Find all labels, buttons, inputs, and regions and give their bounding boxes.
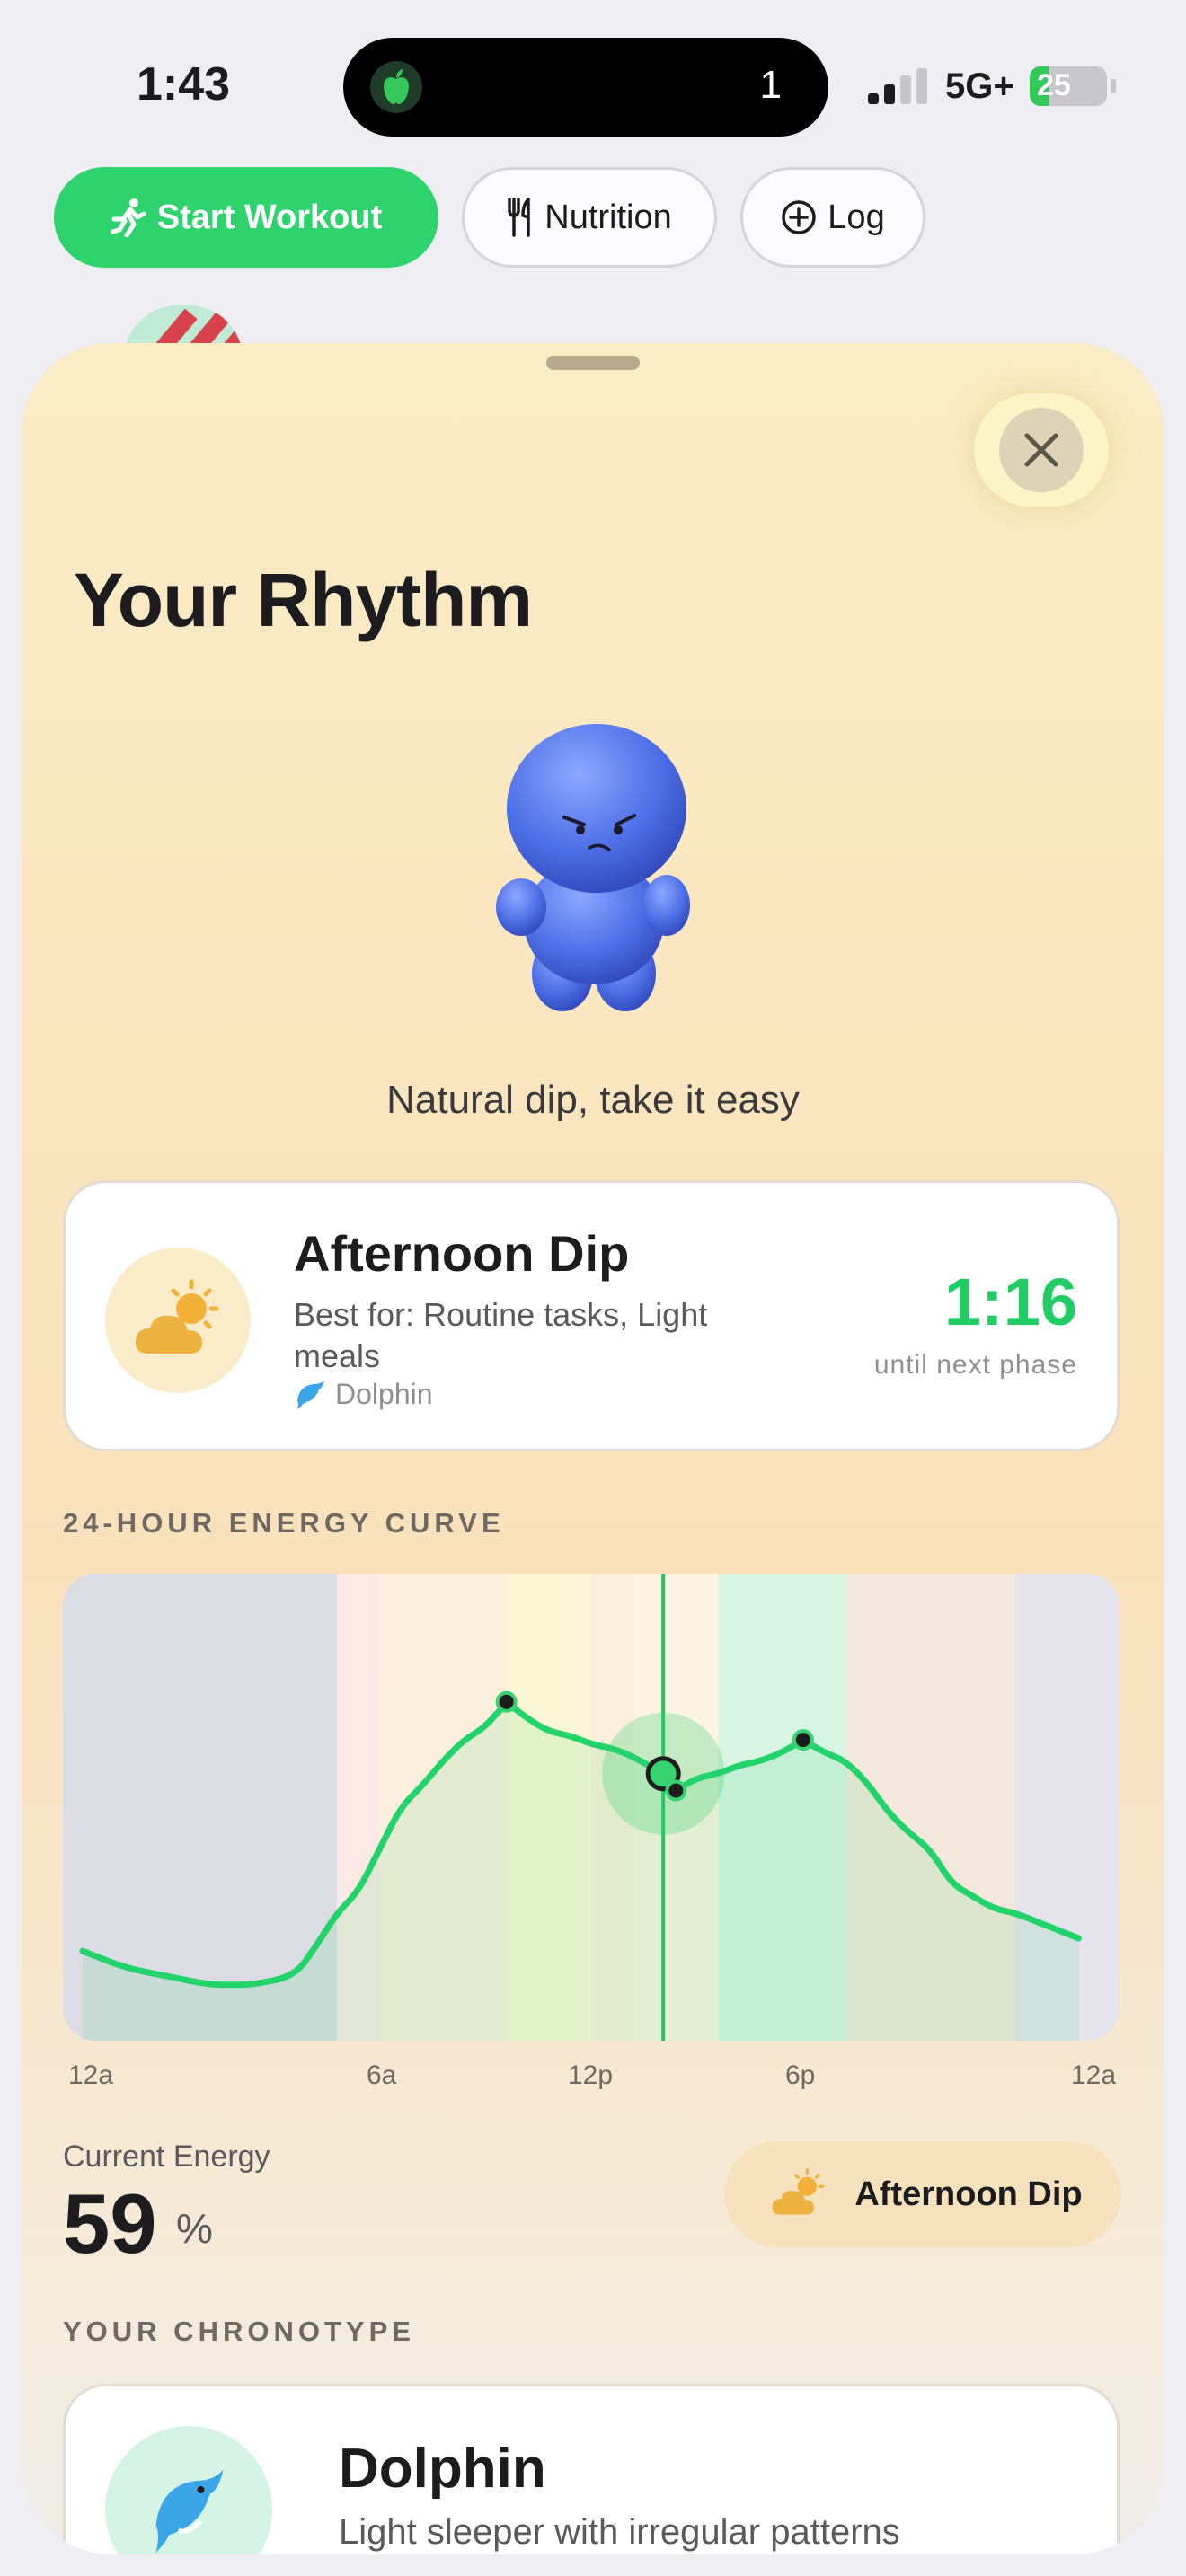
nutrition-button[interactable]: Nutrition [462, 167, 717, 268]
current-energy-unit: % [176, 2205, 213, 2252]
dynamic-island[interactable]: 1 [343, 38, 828, 137]
sun-behind-cloud-icon [772, 2167, 825, 2215]
chronotype-section-label: YOUR CHRONOTYPE [63, 2316, 415, 2347]
phase-chronotype-label: Dolphin [335, 1377, 433, 1410]
curve-marker [792, 1729, 814, 1751]
phase-chronotype: Dolphin [294, 1377, 433, 1411]
phase-countdown-label: until next phase [873, 1350, 1077, 1380]
page-title: Your Rhythm [74, 558, 533, 642]
sun-behind-cloud-icon [105, 1248, 251, 1393]
x-tick-label: 6a [367, 2060, 397, 2090]
phase-countdown: 1:16 [943, 1265, 1077, 1339]
dolphin-icon [105, 2426, 272, 2554]
x-tick-label: 12a [68, 2060, 114, 2090]
phase-name: Afternoon Dip [294, 1225, 630, 1282]
signal-icon [868, 68, 927, 104]
x-tick-label: 12a [1071, 2060, 1117, 2090]
x-tick-label: 6p [785, 2060, 816, 2090]
x-tick-label: 12p [568, 2060, 614, 2090]
curve-marker [665, 1779, 687, 1802]
close-button[interactable] [974, 393, 1109, 507]
status-time: 1:43 [137, 58, 231, 110]
activity-count: 1 [759, 63, 782, 107]
rhythm-sheet: Your Rhythm Natural dip, take it easy Af… [22, 343, 1164, 2554]
phase-chip-label: Afternoon Dip [854, 2175, 1083, 2213]
plus-circle-icon [782, 200, 817, 234]
curve-marker [495, 1690, 518, 1713]
energy-curve-chart[interactable] [63, 1574, 1120, 2041]
running-figure-icon [110, 198, 146, 237]
close-icon [1024, 433, 1058, 467]
dolphin-icon [297, 1381, 324, 1409]
current-phase-card[interactable]: Afternoon Dip Best for: Routine tasks, L… [63, 1180, 1120, 1451]
battery-cap [1111, 79, 1116, 93]
energy-section-label: 24-HOUR ENERGY CURVE [63, 1507, 505, 1539]
apple-icon [370, 61, 422, 113]
phase-best-for: Best for: Routine tasks, Light meals [294, 1296, 708, 1374]
sheet-grabber[interactable] [546, 356, 640, 370]
chronotype-name: Dolphin [339, 2438, 546, 2500]
chronotype-card[interactable]: Dolphin Light sleeper with irregular pat… [63, 2384, 1120, 2554]
start-workout-button[interactable]: Start Workout [54, 167, 438, 268]
chronotype-description: Light sleeper with irregular patterns [339, 2512, 900, 2552]
log-button[interactable]: Log [740, 167, 925, 268]
status-bar: 1:43 1 5G+ 25 [0, 0, 1186, 162]
phase-chip[interactable]: Afternoon Dip [724, 2141, 1121, 2247]
current-energy-value: 59 [63, 2176, 157, 2271]
battery-icon: 25 [1030, 66, 1107, 106]
start-workout-label: Start Workout [156, 198, 383, 236]
mascot-message: Natural dip, take it easy [386, 1078, 800, 1122]
fork-knife-icon [508, 198, 530, 237]
mascot [482, 717, 706, 1027]
battery-level: 25 [1037, 68, 1071, 102]
network-type: 5G+ [945, 66, 1014, 106]
current-energy-label: Current Energy [63, 2139, 270, 2174]
nutrition-label: Nutrition [544, 198, 672, 236]
log-label: Log [828, 198, 885, 236]
